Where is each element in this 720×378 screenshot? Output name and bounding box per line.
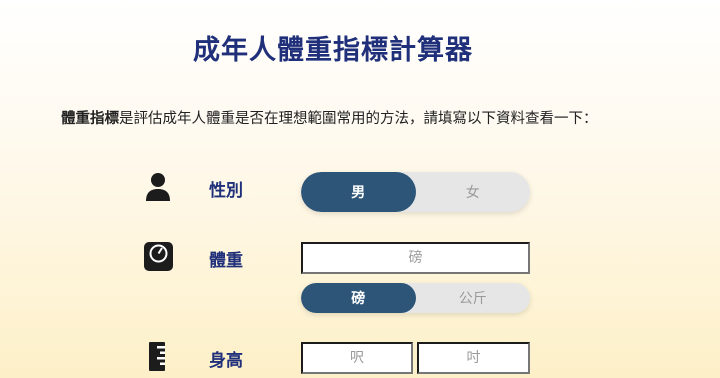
person-icon — [146, 173, 170, 201]
height-inch-input[interactable] — [417, 342, 530, 374]
weight-input[interactable] — [301, 242, 530, 274]
scale-icon — [144, 242, 173, 271]
gender-option-male[interactable]: 男 — [301, 172, 416, 212]
intro-bold-term: 體重指標 — [61, 111, 119, 127]
weight-unit-toggle[interactable]: 磅 公斤 — [301, 283, 530, 313]
gender-toggle[interactable]: 男 女 — [301, 172, 530, 212]
weight-unit-pound[interactable]: 磅 — [301, 283, 416, 313]
height-label: 身高 — [209, 351, 243, 371]
height-feet-input[interactable] — [301, 342, 413, 374]
intro-text: 體重指標是評估成年人體重是否在理想範圍常用的方法，請填寫以下資料查看一下： — [61, 107, 681, 128]
intro-description: 是評估成年人體重是否在理想範圍常用的方法，請填寫以下資料查看一下： — [119, 111, 598, 127]
gender-option-female[interactable]: 女 — [416, 172, 531, 212]
weight-label: 體重 — [209, 251, 243, 271]
weight-unit-kilogram[interactable]: 公斤 — [416, 283, 531, 313]
page-title: 成年人體重指標計算器 — [193, 35, 473, 66]
ruler-icon — [149, 342, 165, 371]
gender-label: 性別 — [209, 181, 243, 201]
